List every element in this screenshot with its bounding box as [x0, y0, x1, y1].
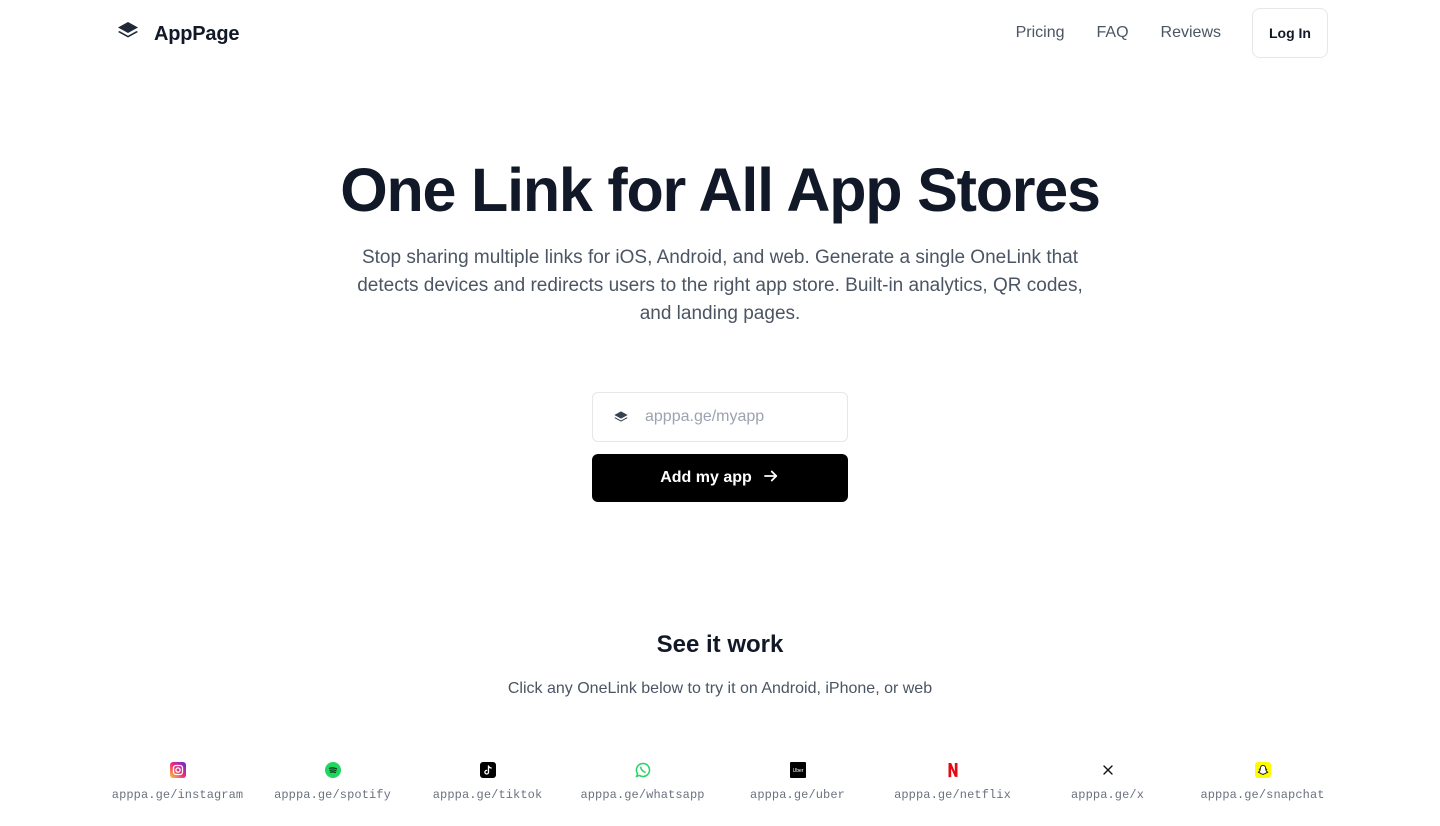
login-button[interactable]: Log In [1252, 8, 1328, 58]
demo-link-url: apppa.ge/tiktok [432, 788, 543, 802]
snapchat-icon [1254, 762, 1271, 778]
hero-subtitle: Stop sharing multiple links for iOS, And… [357, 247, 1083, 324]
demo-link-url: apppa.ge/netflix [894, 788, 1011, 802]
add-my-app-label: Add my app [660, 469, 752, 486]
see-it-work-title: See it work [656, 631, 784, 658]
demo-link-tiktok[interactable]: apppa.ge/tiktok [410, 762, 565, 802]
demo-link-url: apppa.ge/instagram [111, 788, 244, 802]
demo-link-spotify[interactable]: apppa.ge/spotify [255, 762, 410, 802]
nav-link-reviews[interactable]: Reviews [1161, 24, 1221, 42]
top-navbar: AppPage Pricing FAQ Reviews Log In [0, 0, 1440, 64]
demo-links-row: apppa.ge/instagram apppa.ge/spotify appp… [100, 762, 1340, 802]
demo-link-url: apppa.ge/x [1070, 788, 1144, 802]
layers-icon [116, 20, 140, 49]
demo-link-instagram[interactable]: apppa.ge/instagram [100, 762, 255, 802]
brand-name: AppPage [154, 23, 240, 45]
demo-link-url: apppa.ge/snapchat [1200, 788, 1325, 802]
arrow-right-icon [762, 467, 780, 490]
nav-link-faq[interactable]: FAQ [1097, 24, 1129, 42]
demo-link-x[interactable]: apppa.ge/x [1030, 762, 1185, 802]
spotify-icon [324, 762, 341, 778]
demo-link-url: apppa.ge/spotify [274, 788, 391, 802]
nav-link-pricing[interactable]: Pricing [1016, 24, 1065, 42]
see-it-work-subtitle: Click any OneLink below to try it on And… [507, 680, 933, 697]
brand-logo-link[interactable]: AppPage [116, 20, 239, 49]
demo-link-snapchat[interactable]: apppa.ge/snapchat [1185, 762, 1340, 802]
app-url-input[interactable] [645, 393, 841, 441]
tiktok-icon [479, 762, 496, 778]
svg-text:Uber: Uber [792, 768, 803, 774]
add-my-app-button[interactable]: Add my app [592, 454, 848, 502]
demo-link-uber[interactable]: Uber apppa.ge/uber [720, 762, 875, 802]
demo-link-whatsapp[interactable]: apppa.ge/whatsapp [565, 762, 720, 802]
instagram-icon [169, 762, 186, 778]
demo-link-netflix[interactable]: apppa.ge/netflix [875, 762, 1030, 802]
netflix-icon [945, 762, 961, 778]
whatsapp-icon [634, 762, 651, 778]
x-icon [1100, 762, 1116, 778]
demo-link-url: apppa.ge/uber [750, 788, 845, 802]
hero-title: One Link for All App Stores [340, 156, 1101, 224]
demo-link-url: apppa.ge/whatsapp [580, 788, 705, 802]
uber-icon: Uber [789, 762, 806, 778]
nav-links: Pricing FAQ Reviews Log In [1016, 8, 1328, 58]
app-url-field[interactable] [592, 392, 848, 442]
layers-icon [613, 410, 629, 431]
